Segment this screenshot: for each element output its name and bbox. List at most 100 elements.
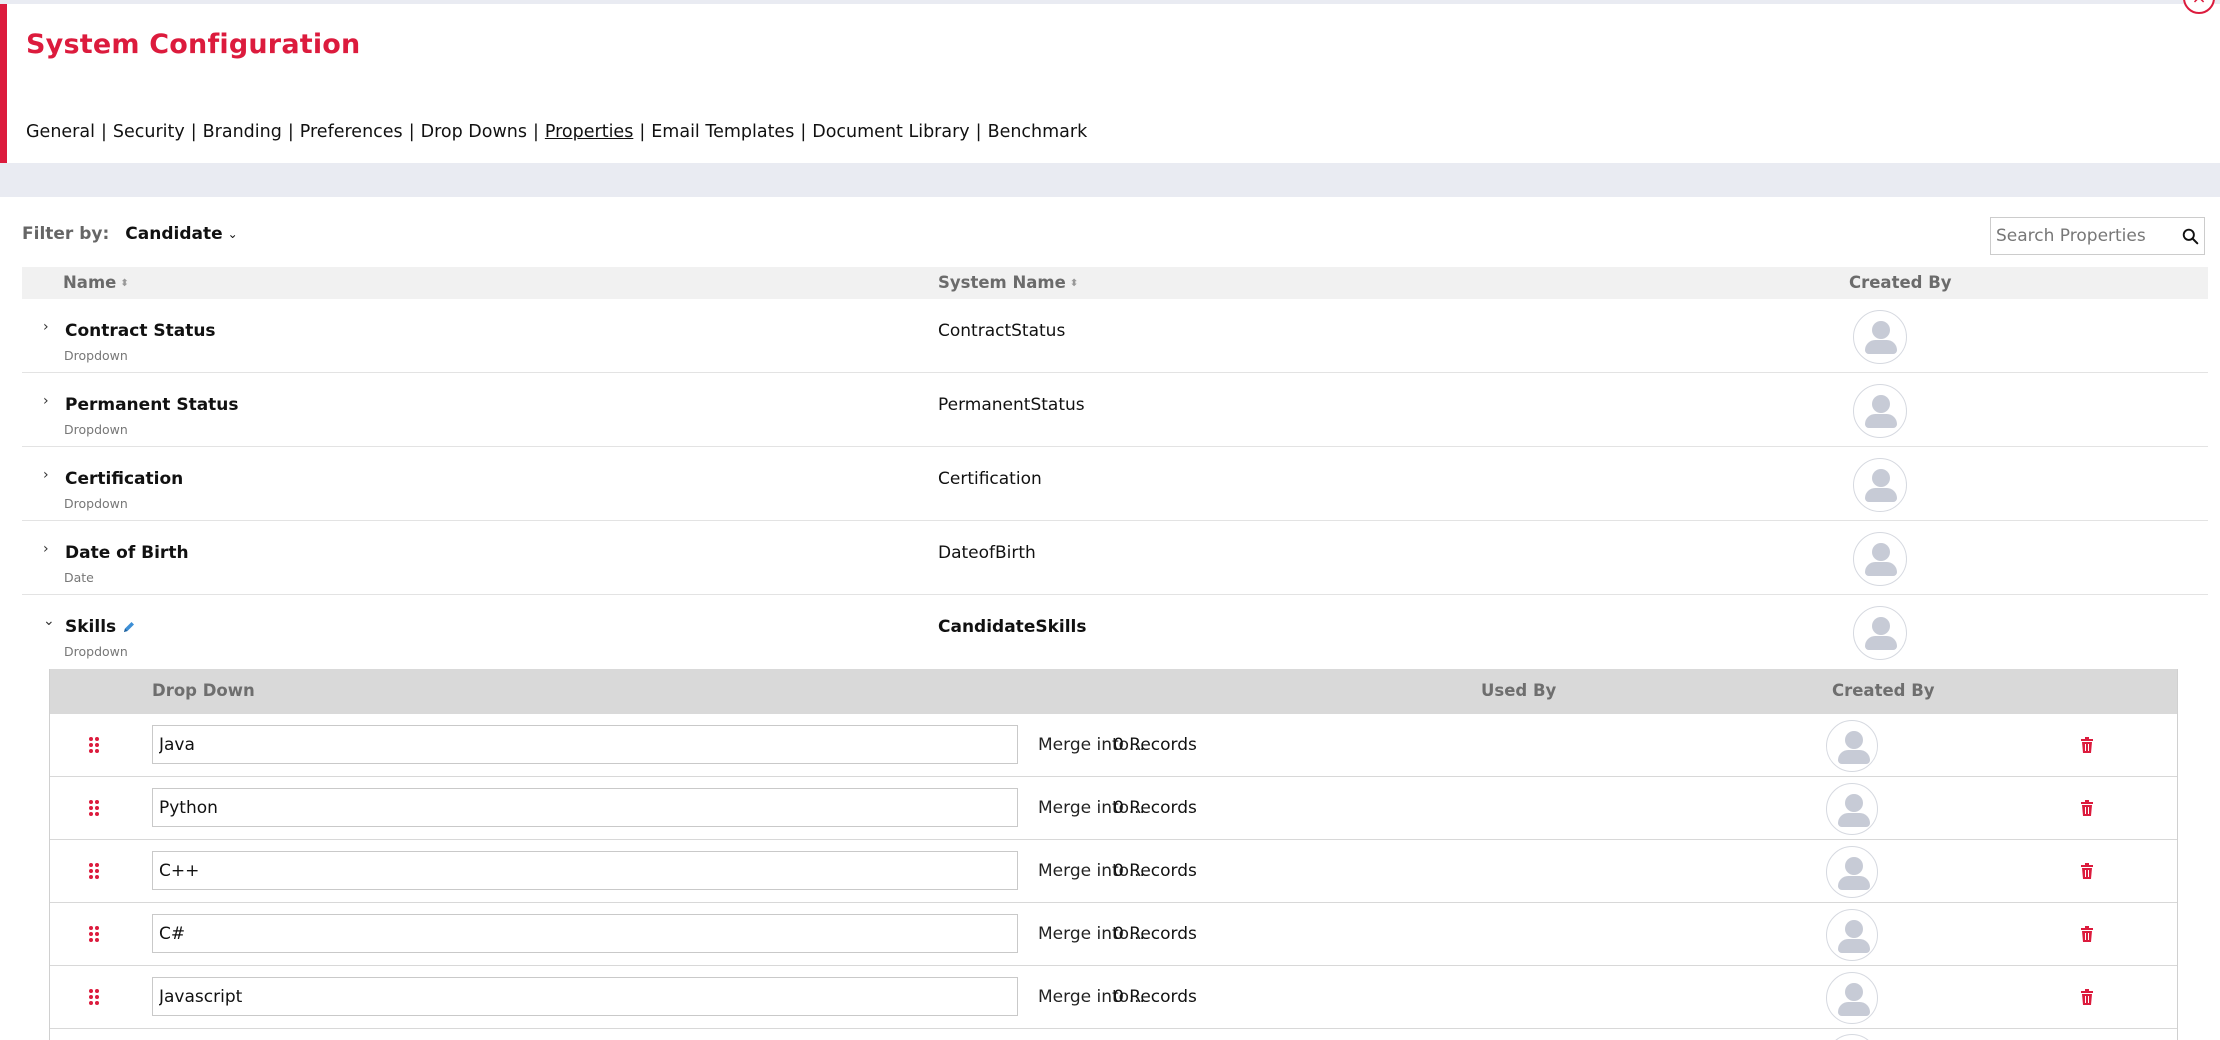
tab-properties[interactable]: Properties [545,122,633,142]
table-row[interactable]: › Contract Status Dropdown ContractStatu… [22,299,2208,373]
dropdown-editor: Drop Down Used By Created By Merge into.… [49,669,2178,1040]
trash-icon[interactable] [2080,800,2094,816]
dropdown-item-row: Merge into... 0 Records [50,714,2177,777]
tab-benchmark[interactable]: Benchmark [988,122,1088,142]
tab-security[interactable]: Security [113,122,185,142]
nav-separator: | [190,122,197,142]
drag-handle-icon[interactable] [88,799,100,817]
page-title: System Configuration [26,29,361,60]
sort-icon[interactable]: ⬍ [120,278,128,289]
dropdown-item-row: Merge into... 0 Records [50,840,2177,903]
tab-branding[interactable]: Branding [203,122,282,142]
property-type: Dropdown [64,348,128,363]
dropdown-item-row: Merge into... 0 Records [50,777,2177,840]
property-system-name: PermanentStatus [938,395,1085,415]
column-header-drop-down: Drop Down [152,681,255,700]
nav-separator: | [975,122,982,142]
property-system-name: CandidateSkills [938,617,1087,637]
used-by-count: 0 Records [1113,924,1197,944]
property-name: Permanent Status [65,395,239,415]
column-label: Name [63,273,117,292]
table-header: Name ⬍ System Name ⬍ Created By [22,267,2208,299]
avatar [1826,720,1878,772]
chevron-right-icon[interactable]: › [43,319,49,335]
drag-handle-icon[interactable] [88,736,100,754]
table-row[interactable]: › Certification Dropdown Certification [22,447,2208,521]
drag-handle-icon[interactable] [88,988,100,1006]
property-system-name: ContractStatus [938,321,1066,341]
property-name: Skills [65,617,136,637]
avatar [1826,1034,1878,1040]
config-nav: General | Security | Branding | Preferences | Dr… [26,122,1087,142]
property-type: Dropdown [64,644,128,659]
table-row-expanded[interactable]: ⌄ Skills Dropdown CandidateSkills [22,595,2208,669]
chevron-right-icon[interactable]: › [43,541,49,557]
dropdown-value-input[interactable] [152,914,1018,953]
chevron-down-icon[interactable]: ⌄ [43,613,55,629]
property-type: Dropdown [64,496,128,511]
trash-icon[interactable] [2080,989,2094,1005]
dropdown-value-input[interactable] [152,977,1018,1016]
search-icon[interactable] [2182,228,2199,245]
table-row[interactable]: › Permanent Status Dropdown PermanentSta… [22,373,2208,447]
property-system-name: Certification [938,469,1042,489]
avatar [1853,458,1907,512]
avatar [1853,606,1907,660]
dropdown-item-row: Merge into... 0 Records [50,966,2177,1029]
trash-icon[interactable] [2080,926,2094,942]
sort-icon[interactable]: ⬍ [1070,278,1078,289]
nav-separator: | [532,122,539,142]
avatar [1853,310,1907,364]
property-name: Contract Status [65,321,216,341]
dropdown-value-input[interactable] [152,788,1018,827]
chevron-right-icon[interactable]: › [43,467,49,483]
property-name-label: Skills [65,617,117,637]
dropdown-editor-header: Drop Down Used By Created By [50,669,2177,714]
avatar [1826,846,1878,898]
tab-general[interactable]: General [26,122,95,142]
avatar [1826,783,1878,835]
filter-select[interactable]: Candidate [125,224,222,244]
search-input[interactable] [1991,218,2171,254]
trash-icon[interactable] [2080,737,2094,753]
config-header: System Configuration General | Security | Br… [0,4,2220,163]
drag-handle-icon[interactable] [88,925,100,943]
chevron-down-icon[interactable]: ⌄ [228,227,238,241]
property-type: Date [64,570,94,585]
column-header-name[interactable]: Name ⬍ [63,273,129,292]
property-system-name: DateofBirth [938,543,1036,563]
search-box [1990,217,2205,255]
column-label: System Name [938,273,1066,292]
dropdown-item-row: Merge into... 0 Records [50,903,2177,966]
nav-separator: | [100,122,107,142]
tab-drop-downs[interactable]: Drop Downs [421,122,527,142]
trash-icon[interactable] [2080,863,2094,879]
avatar [1853,532,1907,586]
tab-document-library[interactable]: Document Library [812,122,969,142]
used-by-count: 0 Records [1113,798,1197,818]
nav-separator: | [639,122,646,142]
chevron-right-icon[interactable]: › [43,393,49,409]
property-name: Date of Birth [65,543,189,563]
drag-handle-icon[interactable] [88,862,100,880]
filter-bar: Filter by: Candidate ⌄ [22,224,238,244]
tab-email-templates[interactable]: Email Templates [651,122,794,142]
dropdown-item-row-partial [50,1029,2177,1040]
nav-separator: | [408,122,415,142]
tab-preferences[interactable]: Preferences [300,122,403,142]
section-divider [0,163,2220,197]
nav-separator: | [287,122,294,142]
used-by-count: 0 Records [1113,735,1197,755]
avatar [1826,909,1878,961]
avatar [1853,384,1907,438]
column-header-created-by: Created By [1832,681,1935,700]
column-header-created-by: Created By [1849,273,1952,292]
pencil-icon[interactable] [122,620,136,634]
property-name: Certification [65,469,184,489]
table-row[interactable]: › Date of Birth Date DateofBirth [22,521,2208,595]
column-header-system-name[interactable]: System Name ⬍ [938,273,1078,292]
dropdown-value-input[interactable] [152,725,1018,764]
avatar [1826,972,1878,1024]
dropdown-value-input[interactable] [152,851,1018,890]
column-header-used-by: Used By [1481,681,1557,700]
